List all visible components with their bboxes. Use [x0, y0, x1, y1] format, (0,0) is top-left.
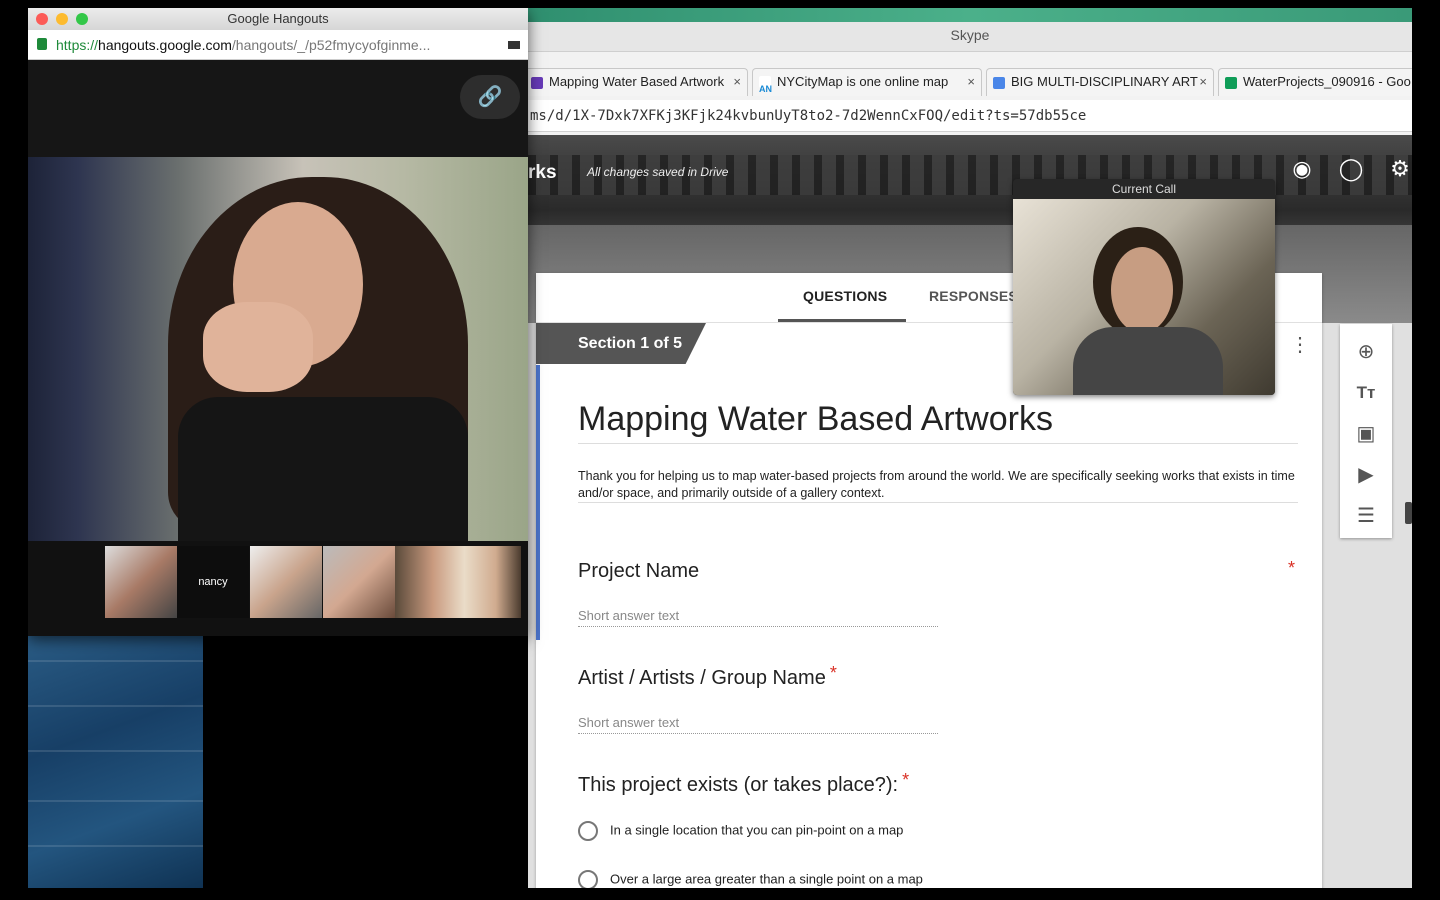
more-options-icon[interactable]: ⋮	[1290, 335, 1310, 355]
hangouts-top-bar	[28, 60, 528, 157]
section-accent-bar	[536, 365, 540, 640]
speaker-body	[178, 397, 468, 547]
camera-icon[interactable]	[508, 41, 520, 49]
current-call-label: Current Call	[1013, 179, 1275, 199]
question-project-name[interactable]: Project Name	[578, 560, 699, 583]
title-underline	[578, 443, 1298, 444]
tab-close-icon[interactable]: ×	[1199, 69, 1207, 95]
tab-label: Mapping Water Based Artwork	[549, 74, 725, 89]
form-side-toolbar: ⊕ Tт ▣ ▶ ☰	[1340, 324, 1392, 538]
address-text: ms/d/1X-7Dxk7XFKj3KFjk24kvbunUyT8to2-7d2…	[530, 108, 1087, 124]
radio-button[interactable]	[578, 870, 598, 888]
preview-eye-icon[interactable]: ◯	[1338, 156, 1364, 182]
participant-thumbnail-nancy[interactable]: nancy	[177, 546, 249, 618]
close-window-icon[interactable]	[36, 13, 48, 25]
sheets-favicon-icon	[1225, 77, 1237, 89]
short-answer-field: Short answer text	[578, 608, 938, 627]
browser-tab-strip: Mapping Water Based Artwork × AN NYCityM…	[528, 68, 1412, 96]
required-marker: *	[1288, 558, 1296, 578]
radio-option-single-location[interactable]: In a single location that you can pin-po…	[578, 821, 903, 841]
url-domain: hangouts.google.com	[98, 37, 232, 53]
caller-face	[1111, 247, 1173, 333]
tab-close-icon[interactable]: ×	[733, 69, 741, 95]
participant-thumbnail[interactable]	[323, 546, 395, 618]
participant-thumbnail-group[interactable]	[395, 546, 521, 618]
form-description[interactable]: Thank you for helping us to map water-ba…	[578, 468, 1298, 502]
add-title-icon[interactable]: Tт	[1353, 380, 1379, 406]
participant-strip: nancy	[28, 541, 528, 636]
skype-window-title: Skype	[950, 27, 990, 43]
minimize-window-icon[interactable]	[56, 13, 68, 25]
form-title[interactable]: Mapping Water Based Artworks	[578, 400, 1053, 439]
section-badge: Section 1 of 5	[536, 323, 706, 364]
an-favicon-icon: AN	[759, 76, 772, 94]
desktop-wallpaper-strip	[528, 8, 1412, 22]
zoom-window-icon[interactable]	[76, 13, 88, 25]
tab-responses[interactable]: RESPONSES	[929, 288, 1018, 304]
skype-video-feed	[1013, 199, 1275, 395]
question-label: Artist / Artists / Group Name	[578, 667, 826, 689]
option-label: Over a large area greater than a single …	[610, 871, 923, 887]
hangouts-title-bar: Google Hangouts	[28, 8, 528, 30]
option-label: In a single location that you can pin-po…	[610, 822, 904, 838]
radio-button[interactable]	[578, 821, 598, 841]
caller-body	[1073, 327, 1223, 395]
skype-current-call[interactable]: Current Call	[1013, 179, 1275, 395]
url-scheme: https://	[56, 37, 99, 53]
radio-option-large-area[interactable]: Over a large area greater than a single …	[578, 870, 923, 888]
hangouts-window: Google Hangouts https://hangouts.google.…	[28, 8, 528, 636]
tab-mapping-water[interactable]: Mapping Water Based Artwork ×	[528, 68, 748, 96]
question-label: This project exists (or takes place?):	[578, 774, 899, 796]
address-bar[interactable]: ms/d/1X-7Dxk7XFKj3KFjk24kvbunUyT8to2-7d2…	[528, 100, 1412, 132]
participant-name: nancy	[198, 576, 228, 588]
browser-window: Skype Mapping Water Based Artwork × AN N…	[528, 22, 1412, 888]
description-underline	[578, 502, 1298, 503]
participant-thumbnail[interactable]	[250, 546, 322, 618]
copy-link-icon[interactable]: 🔗	[460, 75, 520, 119]
tab-label: NYCityMap is one online map	[777, 74, 949, 89]
tab-questions[interactable]: QUESTIONS	[803, 288, 887, 304]
short-answer-field: Short answer text	[578, 715, 938, 734]
participant-thumbnail[interactable]	[105, 546, 177, 618]
required-marker: *	[829, 663, 837, 683]
add-question-icon[interactable]: ⊕	[1353, 339, 1379, 365]
forms-favicon-icon	[531, 77, 543, 89]
settings-gear-icon[interactable]: ⚙	[1387, 156, 1412, 182]
tab-big-multi[interactable]: BIG MULTI-DISCIPLINARY ART ×	[986, 68, 1214, 96]
add-image-icon[interactable]: ▣	[1353, 421, 1379, 447]
active-tab-indicator	[778, 319, 906, 322]
desktop-wallpaper-water	[28, 630, 203, 888]
question-label: Project Name	[578, 560, 700, 582]
speaker-hands	[203, 302, 313, 392]
scrollbar-thumb[interactable]	[1405, 502, 1412, 524]
tab-nycitymap[interactable]: AN NYCityMap is one online map ×	[752, 68, 982, 96]
secure-lock-icon	[37, 38, 47, 50]
url-path: /hangouts/_/p52fmycyofginme...	[231, 37, 431, 53]
required-marker: *	[902, 770, 910, 790]
hangouts-address-bar[interactable]: https://hangouts.google.com/hangouts/_/p…	[28, 30, 528, 60]
tab-label: WaterProjects_090916 - Goo	[1243, 74, 1411, 89]
palette-icon[interactable]: ◉	[1289, 156, 1315, 182]
docs-favicon-icon	[993, 77, 1005, 89]
skype-title-bar: Skype	[528, 22, 1412, 52]
screen: Skype Mapping Water Based Artwork × AN N…	[0, 0, 1440, 900]
hangouts-window-title: Google Hangouts	[227, 11, 329, 26]
tab-close-icon[interactable]: ×	[967, 69, 975, 95]
add-section-icon[interactable]: ☰	[1353, 503, 1379, 529]
question-project-exists[interactable]: This project exists (or takes place?): *	[578, 770, 909, 797]
add-video-icon[interactable]: ▶	[1353, 462, 1379, 488]
main-video-feed	[28, 157, 528, 547]
save-status: All changes saved in Drive	[587, 165, 729, 179]
doc-title[interactable]: rks	[528, 162, 557, 184]
question-artist-name[interactable]: Artist / Artists / Group Name *	[578, 663, 837, 690]
tab-waterprojects[interactable]: WaterProjects_090916 - Goo	[1218, 68, 1412, 96]
tab-label: BIG MULTI-DISCIPLINARY ART	[1011, 74, 1198, 89]
